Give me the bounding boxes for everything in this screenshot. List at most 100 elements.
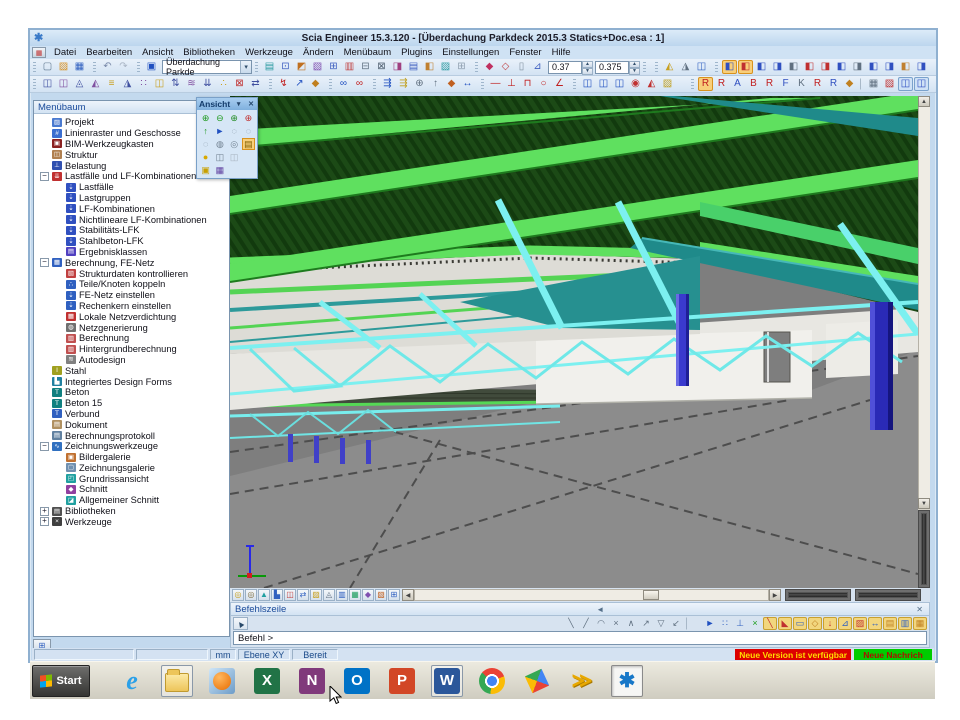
- tree-item-beton[interactable]: T Beton: [36, 387, 229, 398]
- render-mode-icon[interactable]: R: [826, 77, 841, 91]
- toolbar-icon[interactable]: ⇶: [396, 77, 411, 91]
- toolbar-icon[interactable]: ∴: [216, 77, 231, 91]
- taskbar-pinwheel[interactable]: [521, 665, 553, 697]
- view-settings-icon[interactable]: ▤: [242, 138, 255, 150]
- toolbar-icon[interactable]: ⊠: [232, 77, 247, 91]
- taskbar-excel[interactable]: X: [251, 665, 283, 697]
- snap-mode-icon[interactable]: ▭: [793, 617, 807, 630]
- separator[interactable]: [860, 78, 863, 90]
- expand-toggle-icon[interactable]: −: [40, 172, 49, 181]
- clipboard-icon[interactable]: ▯: [514, 60, 529, 74]
- toolbar-icon[interactable]: ⊕: [412, 77, 427, 91]
- tree-item-schnitt[interactable]: ◆ Schnitt: [36, 484, 229, 495]
- tree-item-lastgruppen[interactable]: ⇣ Lastgruppen: [36, 193, 229, 204]
- scroll-left-icon[interactable]: ◀: [402, 589, 414, 601]
- undo-icon[interactable]: ↶: [100, 60, 115, 74]
- snap-mode-icon[interactable]: ▤: [883, 617, 897, 630]
- viewport-tab-icon[interactable]: ▙: [271, 589, 283, 601]
- tree-item-strukturdaten[interactable]: ▧ Strukturdaten kontrollieren: [36, 268, 229, 279]
- view-window-icon[interactable]: ◨: [914, 60, 929, 74]
- project-manager-icon[interactable]: ▣: [144, 60, 159, 74]
- taskbar-scia-engineer[interactable]: ✱: [611, 665, 643, 697]
- pointer-tool-icon[interactable]: ▲: [233, 617, 248, 630]
- render-mode-icon[interactable]: B: [746, 77, 761, 91]
- plane-icon[interactable]: ◭: [644, 77, 659, 91]
- view-window-icon[interactable]: ◨: [770, 60, 785, 74]
- tree-item-berechnung[interactable]: ▥ Berechnung: [36, 333, 229, 344]
- menu-item-werkzeuge[interactable]: Werkzeuge: [240, 46, 298, 59]
- taskbar-onenote[interactable]: N: [296, 665, 328, 697]
- toolbar-icon[interactable]: ≡: [104, 77, 119, 91]
- toolbar-icon[interactable]: ◨: [390, 60, 405, 74]
- scroll-down-icon[interactable]: ▼: [918, 498, 930, 509]
- taskbar-word[interactable]: W: [431, 665, 463, 697]
- tree-item-berechnung-fe-netz[interactable]: − ▦ Berechnung, FE-Netz: [36, 257, 229, 268]
- view-window-icon[interactable]: ◧: [898, 60, 913, 74]
- toolbar-icon[interactable]: ◫: [152, 77, 167, 91]
- palette-menu-icon[interactable]: ▾: [236, 100, 242, 108]
- viewport-tab-icon[interactable]: ▲: [258, 589, 270, 601]
- view-window-icon[interactable]: ◧: [722, 60, 737, 74]
- render-mode-icon[interactable]: R: [714, 77, 729, 91]
- toolbar-icon[interactable]: ◆: [482, 60, 497, 74]
- taskbar-ie[interactable]: e: [116, 665, 148, 697]
- toolbar-icon[interactable]: ◇: [498, 60, 513, 74]
- render-mode-icon[interactable]: K: [794, 77, 809, 91]
- viewport-tab-icon[interactable]: ▥: [336, 589, 348, 601]
- tree-item-hintergrundberechnung[interactable]: ▥ Hintergrundberechnung: [36, 344, 229, 355]
- tree-item-nichtlineare-lfk[interactable]: ⇣ Nichtlineare LF-Kombinationen: [36, 214, 229, 225]
- befehlszeile-header[interactable]: Befehlszeile ◄ ✕: [231, 603, 929, 616]
- tree-item-bildergalerie[interactable]: ▣ Bildergalerie: [36, 452, 229, 463]
- command-input[interactable]: Befehl >: [233, 631, 927, 645]
- tree-item-berechnungsprotokoll[interactable]: ▤ Berechnungsprotokoll: [36, 430, 229, 441]
- view-window-icon[interactable]: ◧: [738, 60, 753, 74]
- render-mode-icon[interactable]: R: [698, 77, 713, 91]
- select-icon[interactable]: ↗: [292, 77, 307, 91]
- expand-toggle-icon[interactable]: +: [40, 507, 49, 516]
- expand-toggle-icon[interactable]: −: [40, 442, 49, 451]
- magnifier-icon[interactable]: ◎: [228, 138, 241, 150]
- render-mode-icon[interactable]: ◆: [842, 77, 857, 91]
- snap-icon[interactable]: ◠: [594, 617, 608, 630]
- spinner-value[interactable]: 0.37: [548, 61, 582, 74]
- view-direction-icon[interactable]: ►: [213, 125, 226, 137]
- render-mode-icon[interactable]: R: [810, 77, 825, 91]
- toolbar-icon[interactable]: ▤: [262, 60, 277, 74]
- tree-item-allgemeiner-schnitt[interactable]: ◪ Allgemeiner Schnitt: [36, 495, 229, 506]
- toolbar-icon[interactable]: ▥: [342, 60, 357, 74]
- toolbar-icon[interactable]: ◫: [694, 60, 709, 74]
- spinner-value[interactable]: 0.375: [595, 61, 629, 74]
- new-version-badge[interactable]: Neue Version ist verfügbar: [735, 649, 851, 660]
- light-icon[interactable]: ●: [199, 151, 212, 163]
- toolbar-icon[interactable]: ◫: [40, 77, 55, 91]
- toolbar-icon[interactable]: ▨: [438, 60, 453, 74]
- taskbar-scia-tools[interactable]: ≫: [566, 665, 598, 697]
- taskbar-powerpoint[interactable]: P: [386, 665, 418, 697]
- spinner-arrows[interactable]: ▲▼: [629, 61, 640, 74]
- tree-item-werkzeuge[interactable]: + × Werkzeuge: [36, 516, 229, 527]
- view-rotate-slider-a[interactable]: [785, 589, 851, 601]
- 3d-viewport[interactable]: ▲ ▼: [230, 96, 930, 588]
- viewport-tab-icon[interactable]: ◎: [245, 589, 257, 601]
- expand-toggle-icon[interactable]: −: [40, 258, 49, 267]
- tree-item-stahlbeton-lfk[interactable]: ⇣ Stahlbeton-LFK: [36, 236, 229, 247]
- snap-mode-icon[interactable]: ▥: [898, 617, 912, 630]
- tree-item-zeichnungswerkzeuge[interactable]: − ∿ Zeichnungswerkzeuge: [36, 441, 229, 452]
- snap-icon[interactable]: ╱: [579, 617, 593, 630]
- draw-angle-icon[interactable]: ∠: [552, 77, 567, 91]
- expand-toggle-icon[interactable]: +: [40, 517, 49, 526]
- clipping-box-icon[interactable]: ▣: [199, 164, 212, 176]
- snap-mode-icon[interactable]: ▨: [853, 617, 867, 630]
- snap-icon[interactable]: ↙: [669, 617, 683, 630]
- snap-mode-icon[interactable]: ↔: [868, 617, 882, 630]
- folder-icon[interactable]: ▨: [660, 77, 675, 91]
- rotate-view-icon[interactable]: ◌: [228, 125, 241, 137]
- blank[interactable]: [242, 164, 255, 176]
- snap-icon[interactable]: ▽: [654, 617, 668, 630]
- ansicht-palette-header[interactable]: Ansicht ▾ ✕: [197, 98, 257, 110]
- new-message-badge[interactable]: Neue Nachrich: [854, 649, 932, 660]
- tree-item-stabilitaets-lfk[interactable]: ⇣ Stabilitäts-LFK: [36, 225, 229, 236]
- snap-icon[interactable]: ∧: [624, 617, 638, 630]
- grid-snap-icon[interactable]: ∷: [718, 617, 732, 630]
- toolbar-icon[interactable]: ◫: [580, 77, 595, 91]
